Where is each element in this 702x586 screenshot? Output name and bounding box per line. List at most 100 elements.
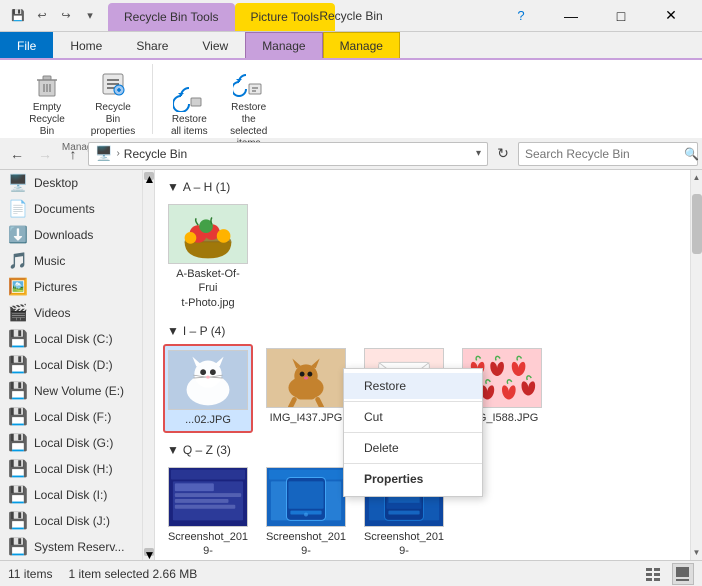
minimize-icon: — [564,8,578,24]
qa-dropdown-btn[interactable]: ▾ [80,6,100,26]
sidebar: 🖥️ Desktop 📄 Documents ⬇️ Downloads 🎵 Mu… [0,170,142,560]
title-bar-tabs: Recycle Bin Tools Picture Tools [108,0,498,31]
screenshot1-thumbnail [168,467,248,527]
tab-manage-recycle[interactable]: Manage [245,32,322,58]
title-bar: 💾 ↩ ↪ ▾ Recycle Bin Tools Picture Tools … [0,0,702,32]
refresh-btn[interactable]: ↻ [490,142,516,166]
sidebar-scroll-up[interactable]: ▲ [144,172,154,180]
disk-h-icon: 💾 [8,459,28,479]
tab-file[interactable]: File [0,32,53,58]
recycle-bin-tools-tab[interactable]: Recycle Bin Tools [108,3,235,31]
tab-share[interactable]: Share [119,32,185,58]
sidebar-item-local-j[interactable]: 💾 Local Disk (J:) [0,508,142,534]
recycle-properties-btn[interactable]: Recycle Binproperties [82,66,144,140]
sidebar-item-local-h[interactable]: 💾 Local Disk (H:) [0,456,142,482]
close-btn[interactable]: ✕ [648,1,694,31]
sidebar-item-videos[interactable]: 🎬 Videos [0,300,142,326]
sidebar-item-local-f[interactable]: 💾 Local Disk (F:) [0,404,142,430]
sidebar-label-downloads: Downloads [34,228,93,242]
sidebar-item-local-d[interactable]: 💾 Local Disk (D:) [0,352,142,378]
forward-btn[interactable]: → [32,141,58,167]
restore-selected-btn[interactable]: Restore theselected items [218,66,280,152]
file-scrollbar[interactable]: ▲ ▼ [690,170,702,560]
sidebar-item-local-c[interactable]: 💾 Local Disk (C:) [0,326,142,352]
selected-info: 1 item selected 2.66 MB [68,567,197,581]
sidebar-item-local-i[interactable]: 💾 Local Disk (I:) [0,482,142,508]
restore-all-label: Restoreall items [171,114,208,138]
context-menu-delete[interactable]: Delete [344,435,482,461]
window-controls: ? — □ ✕ [498,1,694,31]
quick-access-bar: 💾 ↩ ↪ ▾ [8,6,100,26]
sidebar-item-pictures[interactable]: 🖼️ Pictures [0,274,142,300]
file-scroll-up-btn[interactable]: ▲ [691,171,702,184]
sidebar-label-music: Music [34,254,65,268]
sidebar-scroll-down[interactable]: ▼ [144,548,154,556]
window-title: Recycle Bin [319,9,382,23]
details-view-btn[interactable] [642,563,664,585]
context-menu-restore[interactable]: Restore [344,373,482,399]
file-scroll-down-btn[interactable]: ▼ [691,546,702,559]
file-item-fruit[interactable]: A-Basket-Of-Fruit-Photo.jpg [163,200,253,314]
sidebar-item-new-volume-e[interactable]: 💾 New Volume (E:) [0,378,142,404]
screenshot1-name: Screenshot_2019-06-13-22-44-51.png [167,530,249,560]
fruit-name: A-Basket-Of-Fruit-Photo.jpg [167,267,249,310]
close-icon: ✕ [665,7,677,24]
group-ip-collapse[interactable]: ▼ [167,324,179,338]
desktop-icon: 🖥️ [8,173,28,193]
up-btn[interactable]: ↑ [60,141,86,167]
search-bar[interactable]: 🔍 [518,142,698,166]
empty-recycle-icon [31,68,63,100]
sidebar-item-desktop[interactable]: 🖥️ Desktop [0,170,142,196]
sidebar-label-desktop: Desktop [34,176,78,190]
sidebar-label-local-d: Local Disk (D:) [34,358,113,372]
sidebar-item-music[interactable]: 🎵 Music [0,248,142,274]
address-dropdown-btn[interactable]: ▾ [476,148,481,159]
screenshot3-name: Screenshot_2019-06-13-22-56-15.png [363,530,445,560]
documents-icon: 📄 [8,199,28,219]
search-input[interactable] [525,147,680,161]
tab-home[interactable]: Home [53,32,119,58]
maximize-btn[interactable]: □ [598,1,644,31]
cat-white-thumbnail [168,350,248,410]
sidebar-container: 🖥️ Desktop 📄 Documents ⬇️ Downloads 🎵 Mu… [0,170,155,560]
help-btn[interactable]: ? [498,1,544,31]
sidebar-label-local-f: Local Disk (F:) [34,410,111,424]
large-icons-view-btn[interactable] [672,563,694,585]
redo-quick-btn[interactable]: ↪ [56,6,76,26]
cat-brown-thumbnail [266,348,346,408]
file-item-screenshot1[interactable]: Screenshot_2019-06-13-22-44-51.png [163,463,253,560]
address-icon: 🖥️ [95,145,112,162]
sidebar-item-documents[interactable]: 📄 Documents [0,196,142,222]
address-bar[interactable]: 🖥️ › Recycle Bin ▾ [88,142,488,166]
file-item-cat-brown[interactable]: IMG_I437.JPG [261,344,351,433]
restore-all-btn[interactable]: Restoreall items [165,78,214,140]
cat-brown-name: IMG_I437.JPG [270,411,343,425]
minimize-btn[interactable]: — [548,1,594,31]
back-btn[interactable]: ← [4,141,30,167]
sidebar-item-system-reserved[interactable]: 💾 System Reserv... [0,534,142,560]
undo-quick-btn[interactable]: ↩ [32,6,52,26]
tab-view[interactable]: View [185,32,245,58]
file-item-screenshot2[interactable]: Screenshot_2019-06-13-22-56-05.png [261,463,351,560]
fruit-thumbnail [168,204,248,264]
status-right [642,563,694,585]
sidebar-item-downloads[interactable]: ⬇️ Downloads [0,222,142,248]
tab-manage-picture[interactable]: Manage [323,32,400,58]
recycle-props-label: Recycle Binproperties [88,102,138,138]
group-qz-collapse[interactable]: ▼ [167,443,179,457]
save-quick-btn[interactable]: 💾 [8,6,28,26]
group-ah-collapse[interactable]: ▼ [167,180,179,194]
group-ip-label: ▼ I – P (4) [163,322,682,340]
file-item-cat-white[interactable]: ...02.JPG [163,344,253,433]
system-reserved-icon: 💾 [8,537,28,557]
context-menu-properties[interactable]: Properties [344,466,482,492]
sidebar-item-local-g[interactable]: 💾 Local Disk (G:) [0,430,142,456]
empty-recycle-btn[interactable]: EmptyRecycle Bin [16,66,78,140]
file-scroll-thumb[interactable] [692,194,702,254]
sidebar-label-new-volume-e: New Volume (E:) [34,384,124,398]
nav-bar: ← → ↑ 🖥️ › Recycle Bin ▾ ↻ 🔍 [0,138,702,170]
disk-j-icon: 💾 [8,511,28,531]
ribbon-group-manage: EmptyRecycle Bin Recycle Binproperties M… [8,64,153,134]
sidebar-scrollbar[interactable]: ▲ ▼ [142,170,154,560]
context-menu-cut[interactable]: Cut [344,404,482,430]
